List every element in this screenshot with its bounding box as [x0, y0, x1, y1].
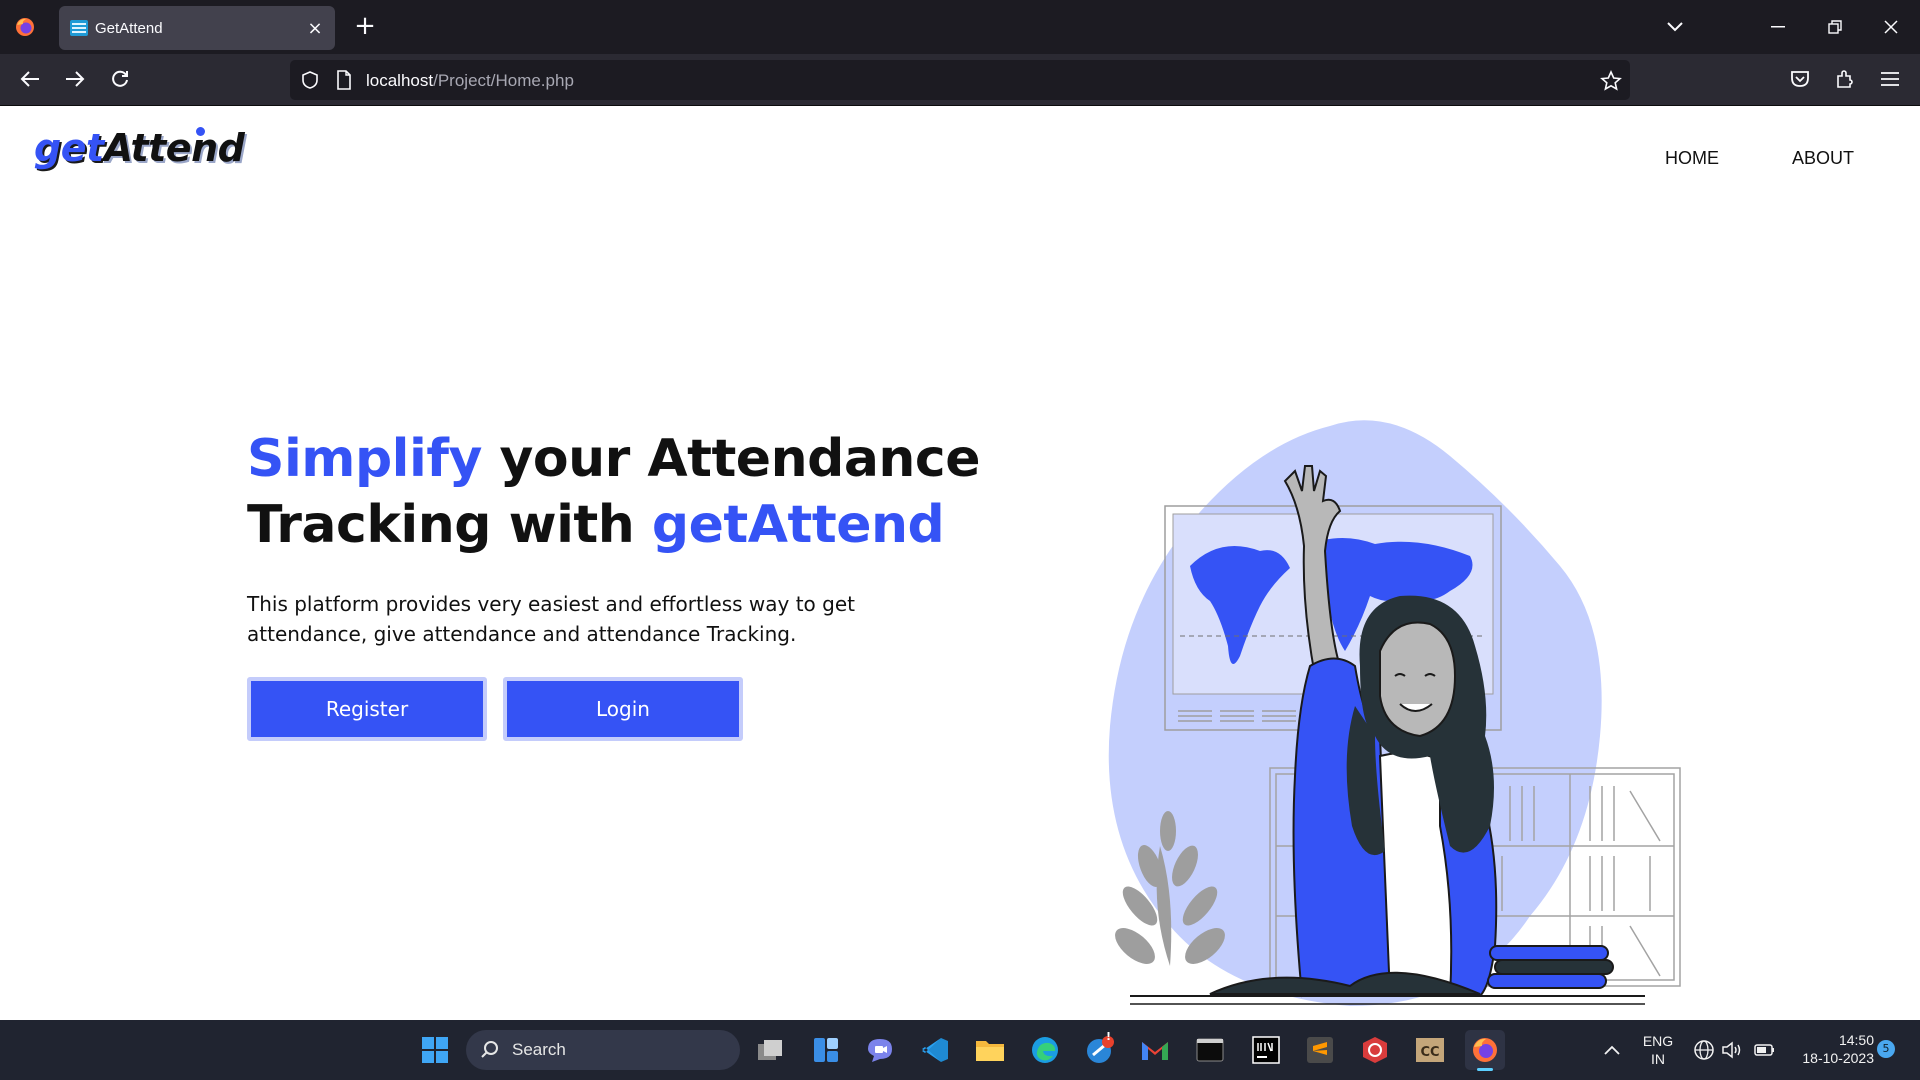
site-logo[interactable]: getAttend — [34, 126, 245, 170]
list-tabs-chevron-down-icon[interactable] — [1660, 12, 1690, 42]
firefox-view-icon[interactable] — [10, 12, 40, 42]
hero-description: This platform provides very easiest and … — [247, 592, 855, 646]
search-label: Search — [512, 1040, 566, 1059]
clock-time: 14:50 — [1838, 1032, 1874, 1048]
app-with-alert-icon[interactable]: ! — [1080, 1030, 1120, 1070]
edge-browser-icon[interactable] — [1025, 1030, 1065, 1070]
reload-icon[interactable] — [104, 63, 136, 95]
forward-arrow-icon[interactable] — [59, 63, 91, 95]
extensions-icon[interactable] — [1829, 63, 1861, 95]
hero-title-highlight-2: getAttend — [651, 495, 945, 555]
page-icon[interactable] — [336, 70, 352, 90]
active-app-indicator — [1477, 1068, 1493, 1071]
hero-title: Simplify your Attendance Tracking with g… — [247, 426, 1007, 558]
url-text: localhost/Project/Home.php — [366, 71, 574, 91]
cc-app-icon[interactable]: CC — [1410, 1030, 1450, 1070]
nav-link-home[interactable]: HOME — [1665, 148, 1719, 169]
intellij-icon[interactable] — [1246, 1030, 1286, 1070]
student-illustration — [1108, 420, 1681, 1006]
firefox-taskbar-icon[interactable] — [1465, 1030, 1505, 1071]
new-tab-button[interactable]: + — [350, 12, 380, 42]
shield-icon[interactable] — [300, 70, 320, 90]
register-button[interactable]: Register — [247, 677, 487, 741]
pocket-icon[interactable] — [1784, 63, 1816, 95]
restore-icon[interactable] — [1820, 12, 1850, 42]
battery-icon[interactable] — [1745, 1030, 1785, 1070]
widgets-icon[interactable] — [806, 1030, 846, 1070]
terminal-icon[interactable] — [1190, 1030, 1230, 1070]
teams-chat-icon[interactable] — [860, 1030, 900, 1070]
url-host: localhost — [366, 71, 434, 90]
face — [1379, 621, 1457, 738]
file-explorer-icon[interactable] — [970, 1030, 1010, 1070]
tab-title: GetAttend — [95, 19, 163, 37]
close-tab-icon[interactable]: × — [305, 18, 325, 39]
hamburger-menu-icon[interactable] — [1874, 63, 1906, 95]
login-button[interactable]: Login — [503, 677, 743, 741]
back-arrow-icon[interactable] — [14, 63, 46, 95]
gmail-icon[interactable] — [1135, 1030, 1175, 1070]
minimize-icon[interactable] — [1763, 12, 1793, 42]
close-window-icon[interactable] — [1876, 12, 1906, 42]
taskbar-search-box[interactable]: Search — [466, 1030, 740, 1070]
vscode-icon[interactable] — [915, 1030, 955, 1070]
browser-tabstrip: GetAttend × + — [0, 0, 1920, 54]
task-view-icon[interactable] — [750, 1030, 790, 1070]
getattend-favicon-icon — [70, 20, 88, 36]
alert-badge: ! — [1106, 1030, 1112, 1043]
address-bar[interactable]: localhost/Project/Home.php — [290, 60, 1630, 100]
bookmark-star-icon[interactable] — [1600, 70, 1622, 92]
clock[interactable]: 14:50 18-10-2023 — [1788, 1031, 1874, 1067]
url-path: /Project/Home.php — [433, 71, 574, 90]
windows-taskbar: Search ! CC ENG IN 14:50 18-10-2023 5 — [0, 1020, 1920, 1080]
book-stack — [1487, 945, 1614, 989]
language-region: IN — [1651, 1051, 1665, 1067]
nav-link-about[interactable]: ABOUT — [1792, 148, 1854, 169]
search-icon — [481, 1041, 498, 1058]
browser-navbar: localhost/Project/Home.php — [0, 54, 1920, 106]
svg-text:CC: CC — [1420, 1045, 1439, 1060]
windows-start-icon[interactable] — [415, 1030, 455, 1070]
antivirus-icon[interactable] — [1355, 1030, 1395, 1070]
logo-dot — [196, 127, 205, 136]
tab-getattend[interactable]: GetAttend × — [59, 6, 335, 50]
language-code: ENG — [1642, 1033, 1674, 1049]
logo-attend-text: Attend — [103, 126, 245, 170]
hero-title-highlight-1: Simplify — [247, 429, 482, 489]
page-content: getAttend HOME ABOUT Simplify your Atten… — [0, 106, 1920, 1020]
logo-get-text: get — [34, 126, 104, 170]
show-hidden-icons-chevron-up-icon[interactable] — [1592, 1030, 1632, 1070]
notification-count-badge[interactable]: 5 — [1877, 1040, 1895, 1058]
sublime-icon[interactable] — [1300, 1030, 1340, 1070]
language-indicator[interactable]: ENG IN — [1638, 1032, 1678, 1068]
clock-date: 18-10-2023 — [1802, 1050, 1874, 1066]
